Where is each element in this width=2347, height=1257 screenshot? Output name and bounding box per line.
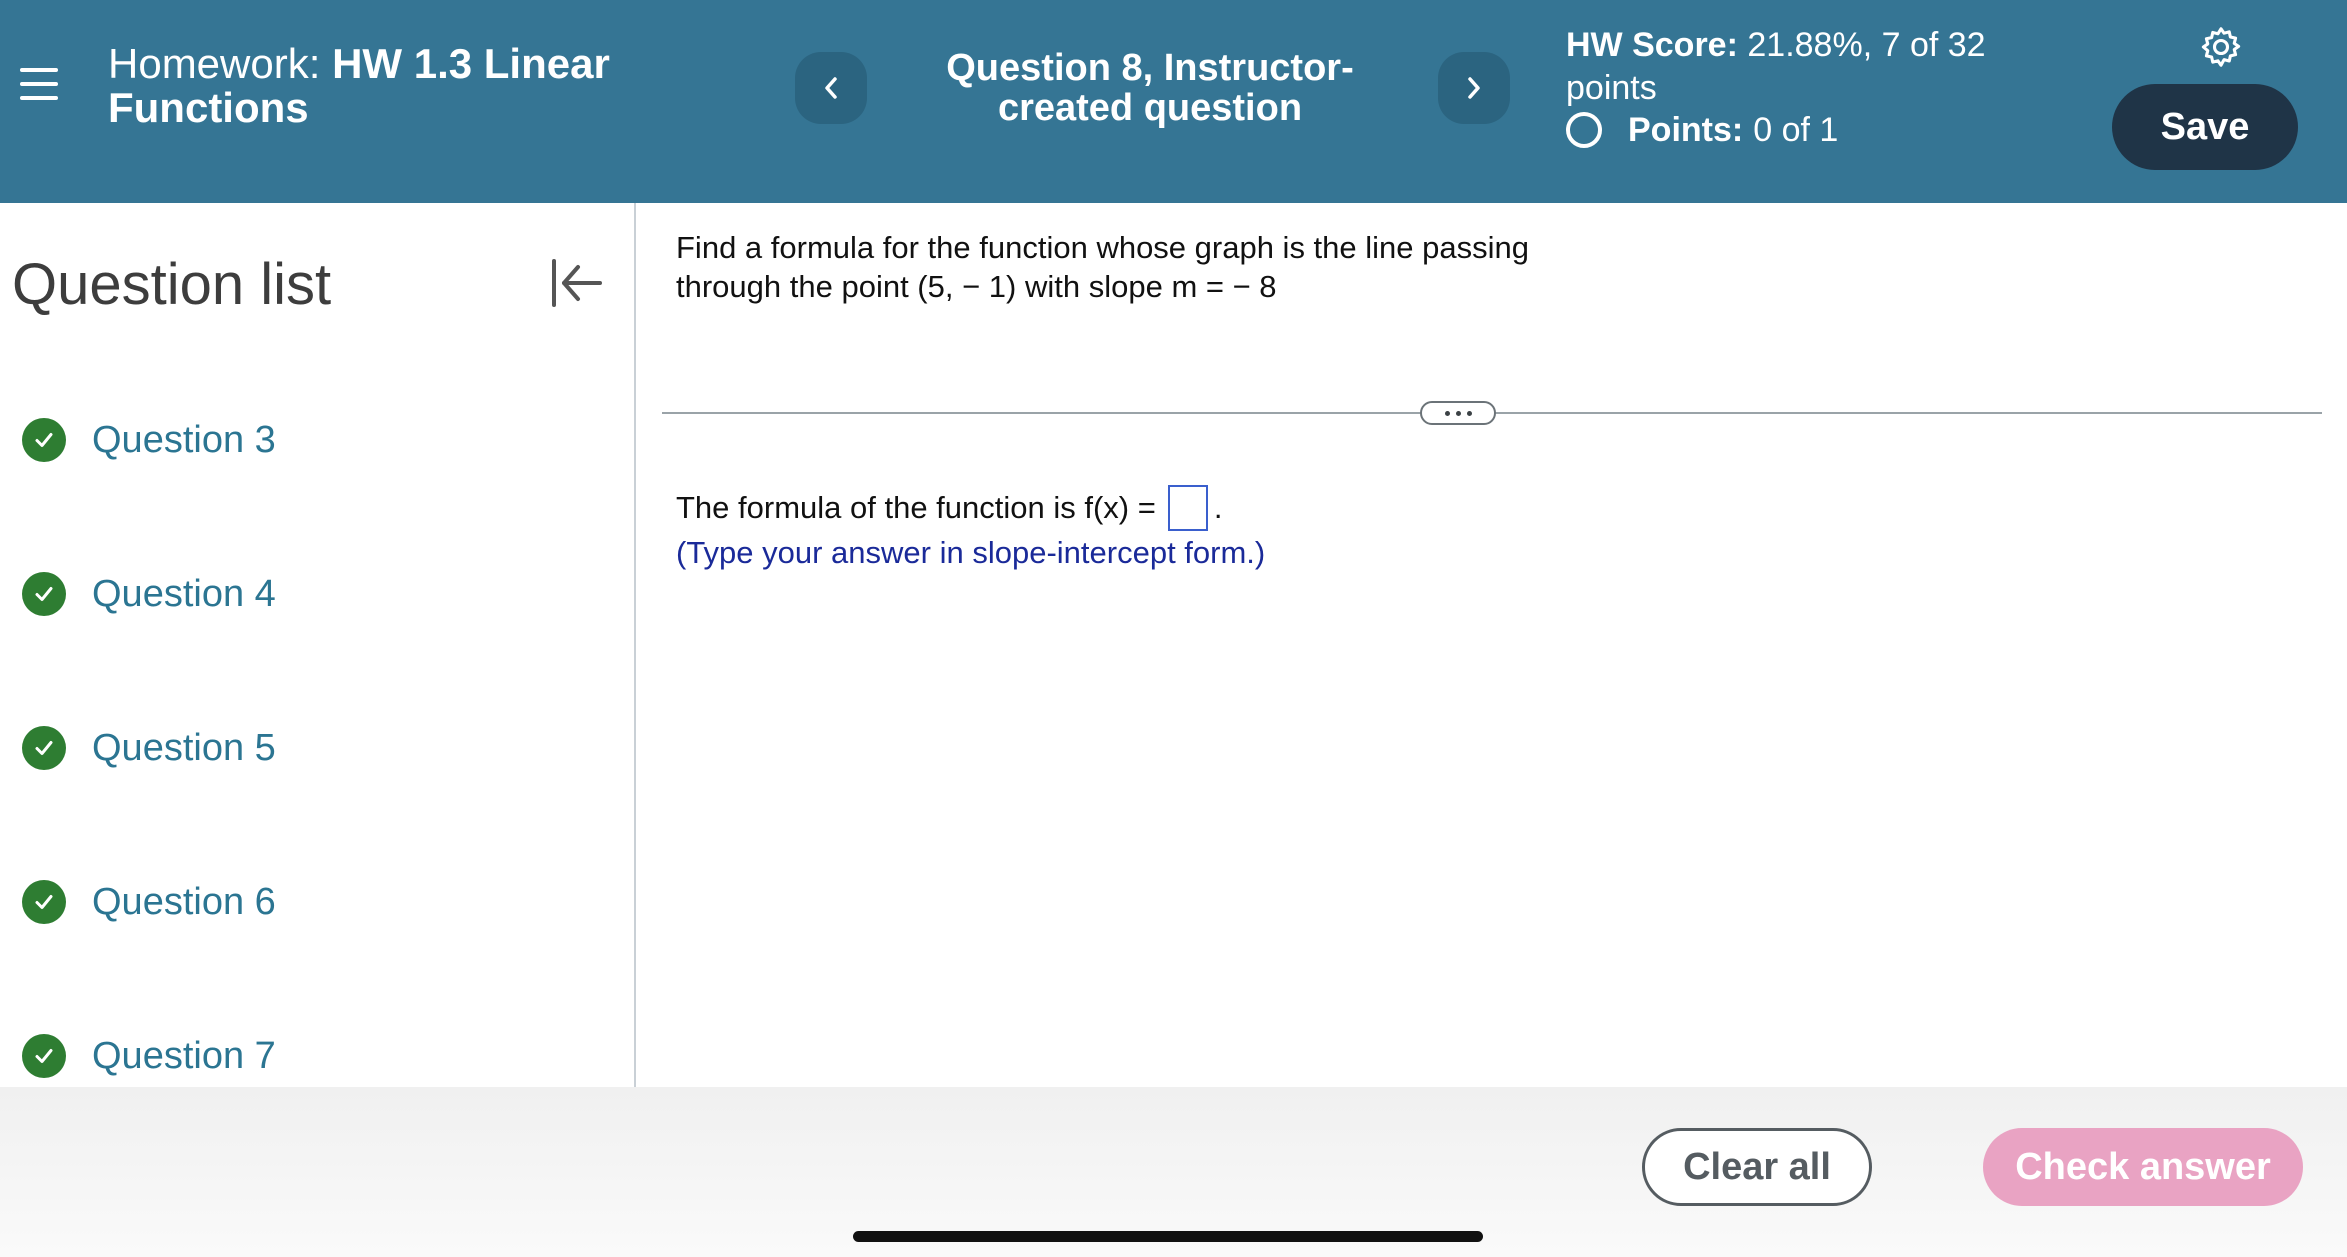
question-label: Question 5: [92, 726, 276, 769]
check-answer-button[interactable]: Check answer: [1983, 1128, 2303, 1206]
question-label: Question 6: [92, 880, 276, 923]
question-list-sidebar: Question list Question 3 Question 4 Ques…: [0, 203, 636, 1087]
dot: [1466, 410, 1472, 416]
next-question-button[interactable]: [1438, 52, 1510, 124]
check-circle-icon: [22, 418, 66, 462]
chevron-left-icon: [825, 77, 837, 99]
check-circle-icon: [22, 726, 66, 770]
question-panel: Find a formula for the function whose gr…: [638, 203, 2347, 1087]
expand-more-button[interactable]: [1420, 401, 1496, 425]
dot: [1455, 410, 1461, 416]
top-header: Homework: HW 1.3 Linear Functions Questi…: [0, 0, 2347, 203]
dot: [1444, 410, 1450, 416]
check-circle-icon: [22, 880, 66, 924]
question-prompt: Find a formula for the function whose gr…: [676, 228, 1676, 306]
answer-input[interactable]: [1167, 485, 1208, 531]
question-label: Question 3: [92, 418, 276, 461]
points-circle-icon: [1566, 112, 1602, 148]
prompt-line-1: Find a formula for the function whose gr…: [676, 230, 1529, 265]
question-list-item-3[interactable]: Question 3: [22, 410, 276, 470]
question-list-item-4[interactable]: Question 4: [22, 564, 276, 624]
hw-score: HW Score: 21.88%, 7 of 32 points: [1566, 24, 2036, 110]
hamburger-menu-icon[interactable]: [20, 64, 58, 104]
prompt-line-2: through the point (5, − 1) with slope m …: [676, 269, 1277, 304]
answer-hint: (Type your answer in slope-intercept for…: [676, 535, 1266, 570]
home-indicator: [853, 1231, 1483, 1242]
points-label: Points:: [1628, 111, 1744, 149]
question-label: Question 4: [92, 572, 276, 615]
points-status: Points: 0 of 1: [1566, 110, 1838, 150]
question-label: Question 7: [92, 1034, 276, 1077]
check-circle-icon: [22, 1034, 66, 1078]
previous-question-button[interactable]: [795, 52, 867, 124]
answer-suffix: .: [1213, 490, 1223, 525]
clear-all-button[interactable]: Clear all: [1642, 1128, 1872, 1206]
save-button[interactable]: Save: [2112, 84, 2298, 170]
question-list-title: Question list: [12, 252, 332, 317]
points-value: 0 of 1: [1753, 111, 1839, 149]
gear-icon[interactable]: [2198, 24, 2244, 70]
check-circle-icon: [22, 572, 66, 616]
hw-score-label: HW Score:: [1566, 26, 1738, 64]
answer-prefix: The formula of the function is f(x) =: [676, 490, 1156, 525]
question-title: Question 8, Instructor-created question: [946, 47, 1354, 129]
question-list-item-5[interactable]: Question 5: [22, 718, 276, 778]
homework-title: Homework: HW 1.3 Linear Functions: [108, 42, 728, 130]
collapse-left-icon[interactable]: [546, 253, 606, 313]
homework-prefix: Homework:: [108, 40, 321, 87]
question-list-item-7[interactable]: Question 7: [22, 1026, 276, 1086]
answer-line: The formula of the function is f(x) = .: [676, 485, 1222, 531]
chevron-right-icon: [1468, 77, 1480, 99]
bottom-toolbar: Clear all Check answer: [0, 1087, 2347, 1257]
question-list-item-6[interactable]: Question 6: [22, 872, 276, 932]
